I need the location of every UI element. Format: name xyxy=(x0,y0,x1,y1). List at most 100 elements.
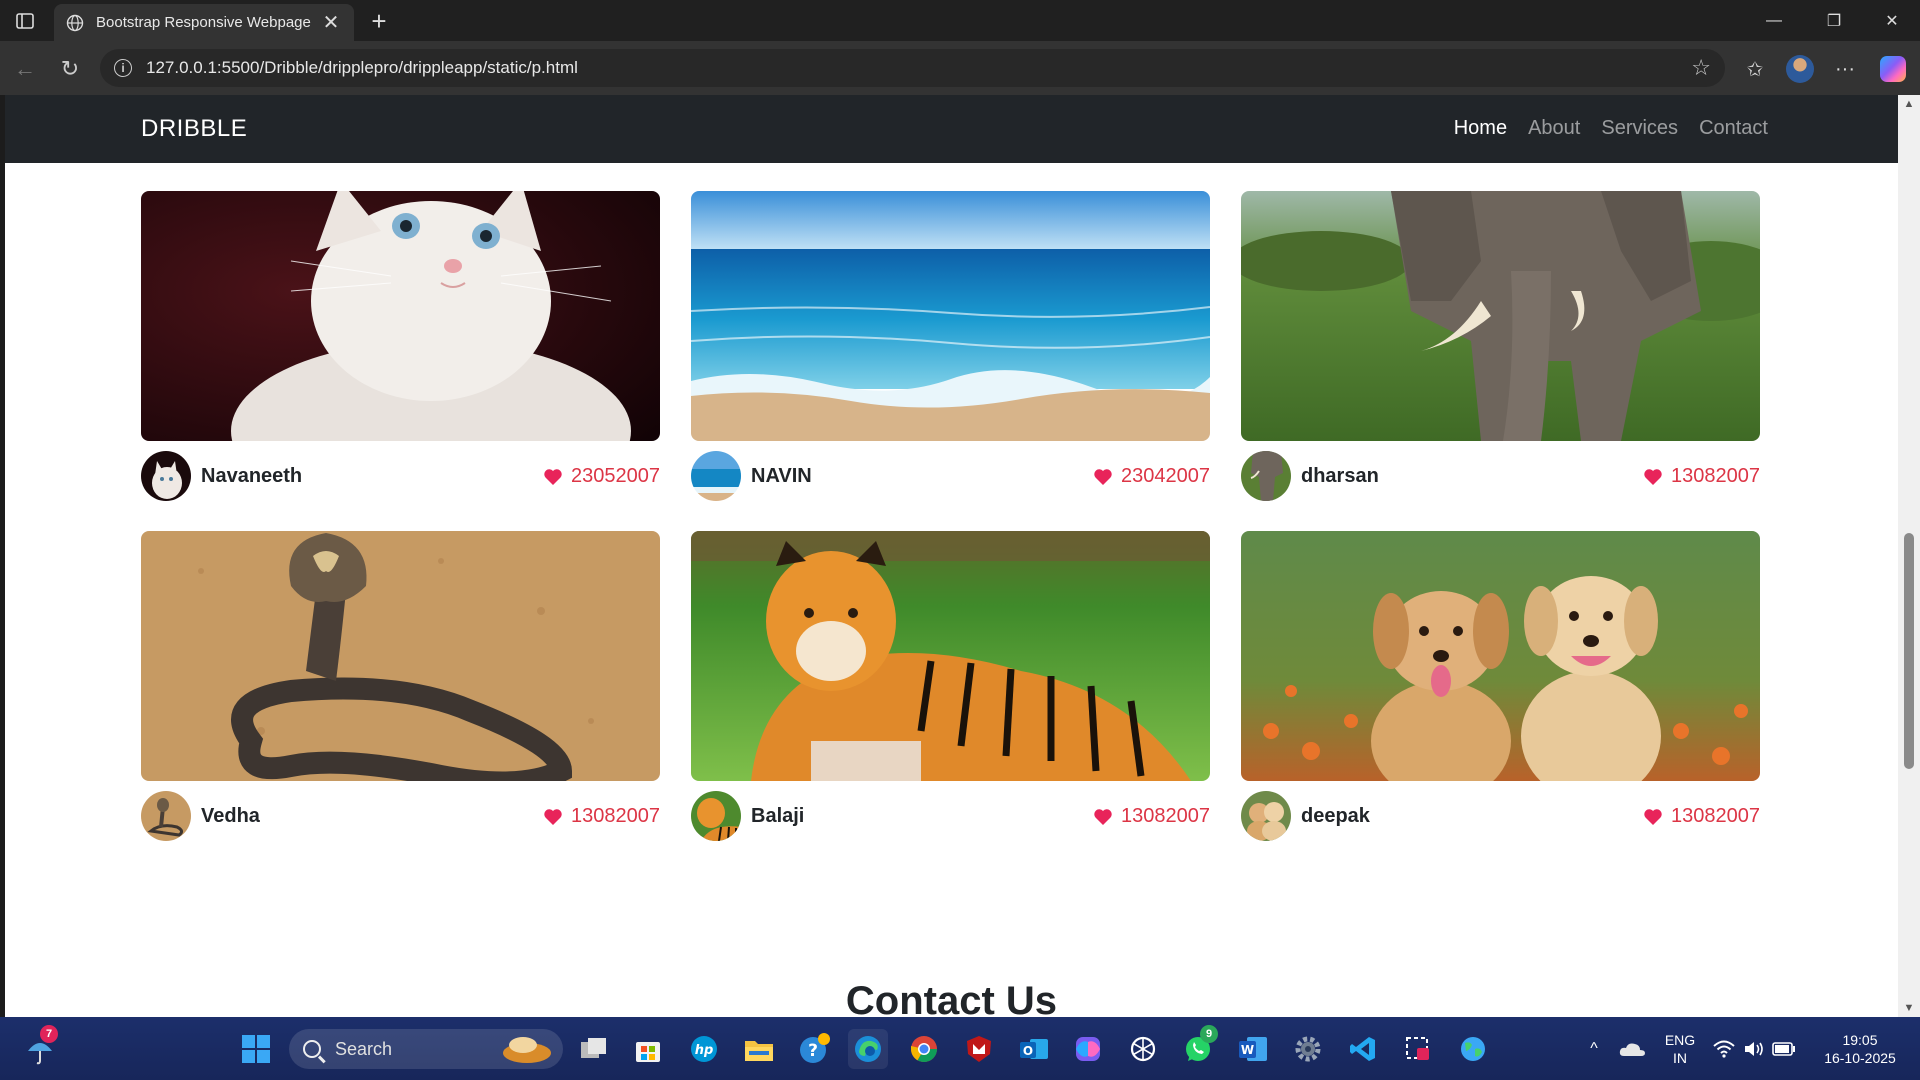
shot-card[interactable]: NAVIN 23042007 xyxy=(691,191,1210,501)
clock[interactable]: 19:05 16-10-2025 xyxy=(1810,1031,1910,1067)
like-counter[interactable]: 23042007 xyxy=(1093,465,1210,488)
beach-image[interactable] xyxy=(691,191,1210,441)
task-view-icon[interactable] xyxy=(574,1029,614,1069)
mcafee-icon[interactable] xyxy=(959,1029,999,1069)
like-count: 13082007 xyxy=(1121,805,1210,827)
like-count: 13082007 xyxy=(571,805,660,827)
copilot-app-icon[interactable] xyxy=(1068,1029,1108,1069)
new-tab-icon[interactable]: + xyxy=(364,6,394,36)
nav-services[interactable]: Services xyxy=(1601,117,1678,140)
maps-globe-icon[interactable] xyxy=(1453,1029,1493,1069)
shot-card[interactable]: Navaneeth 23052007 xyxy=(141,191,660,501)
avatar[interactable] xyxy=(1241,451,1291,501)
whatsapp-icon[interactable]: 9 xyxy=(1178,1025,1218,1069)
avatar[interactable] xyxy=(691,791,741,841)
favorite-star-icon[interactable]: ☆ xyxy=(1691,55,1711,81)
clock-date: 16-10-2025 xyxy=(1824,1050,1896,1066)
language-indicator[interactable]: ENG IN xyxy=(1658,1031,1702,1067)
like-count: 23042007 xyxy=(1121,465,1210,487)
outlook-icon[interactable]: O xyxy=(1014,1029,1054,1069)
search-icon xyxy=(303,1040,321,1058)
chrome-icon[interactable] xyxy=(904,1029,944,1069)
author-name[interactable]: Navaneeth xyxy=(201,465,302,488)
tray-overflow-chevron-icon[interactable]: ^ xyxy=(1572,1029,1616,1069)
author-name[interactable]: NAVIN xyxy=(751,465,812,488)
page-viewport: DRIBBLE Home About Services Contact Nava… xyxy=(5,95,1898,1017)
avatar[interactable] xyxy=(141,791,191,841)
shot-card[interactable]: Vedha 13082007 xyxy=(141,531,660,841)
back-arrow-icon[interactable]: ← xyxy=(10,54,40,84)
kitten-image[interactable] xyxy=(141,191,660,441)
snipping-tool-icon[interactable] xyxy=(1398,1029,1438,1069)
author-name[interactable]: Vedha xyxy=(201,805,260,828)
hp-icon[interactable]: hp xyxy=(684,1029,724,1069)
word-icon[interactable]: W xyxy=(1233,1029,1273,1069)
weather-icon[interactable]: 7 xyxy=(20,1025,60,1069)
scroll-up-icon[interactable]: ▲ xyxy=(1898,95,1920,113)
site-brand[interactable]: DRIBBLE xyxy=(141,115,247,143)
restore-icon[interactable]: ❐ xyxy=(1806,0,1862,41)
search-label: Search xyxy=(335,1038,393,1059)
like-counter[interactable]: 23052007 xyxy=(543,465,660,488)
heart-icon xyxy=(1644,808,1662,825)
cobra-image[interactable] xyxy=(141,531,660,781)
like-counter[interactable]: 13082007 xyxy=(1093,805,1210,828)
battery-icon[interactable] xyxy=(1770,1029,1798,1069)
scroll-down-icon[interactable]: ▼ xyxy=(1898,999,1920,1017)
search-highlight-icon xyxy=(503,1037,551,1063)
nav-contact[interactable]: Contact xyxy=(1699,117,1768,140)
refresh-icon[interactable]: ↻ xyxy=(55,54,85,84)
site-info-icon[interactable]: i xyxy=(114,59,132,77)
scroll-thumb[interactable] xyxy=(1904,533,1914,769)
address-bar[interactable]: i 127.0.0.1:5500/Dribble/dripplepro/drip… xyxy=(100,49,1725,87)
minimize-icon[interactable]: — xyxy=(1746,0,1802,41)
file-explorer-icon[interactable] xyxy=(739,1029,779,1069)
avatar[interactable] xyxy=(691,451,741,501)
url-text[interactable]: 127.0.0.1:5500/Dribble/dripplepro/drippl… xyxy=(146,58,1691,78)
author-name[interactable]: dharsan xyxy=(1301,465,1379,488)
puppies-image[interactable] xyxy=(1241,531,1760,781)
copilot-icon[interactable] xyxy=(1878,54,1908,84)
microsoft-store-icon[interactable] xyxy=(628,1029,668,1069)
taskbar-search[interactable]: Search xyxy=(289,1029,563,1069)
like-counter[interactable]: 13082007 xyxy=(543,805,660,828)
like-counter[interactable]: 13082007 xyxy=(1643,465,1760,488)
elephant-image[interactable] xyxy=(1241,191,1760,441)
onedrive-cloud-icon[interactable] xyxy=(1612,1029,1652,1069)
windows-start-icon[interactable] xyxy=(236,1029,276,1069)
shot-card[interactable]: dharsan 13082007 xyxy=(1241,191,1760,501)
avatar[interactable] xyxy=(141,451,191,501)
shot-card[interactable]: Balaji 13082007 xyxy=(691,531,1210,841)
like-count: 13082007 xyxy=(1671,805,1760,827)
site-navbar: DRIBBLE Home About Services Contact xyxy=(5,95,1898,163)
favorites-icon[interactable]: ✩ xyxy=(1740,54,1770,84)
wifi-icon[interactable] xyxy=(1710,1029,1738,1069)
heart-icon xyxy=(544,808,562,825)
nav-about[interactable]: About xyxy=(1528,117,1580,140)
get-help-icon[interactable]: ? xyxy=(794,1029,834,1069)
volume-icon[interactable] xyxy=(1740,1029,1768,1069)
svg-text:?: ? xyxy=(808,1041,818,1061)
vscode-icon[interactable] xyxy=(1343,1029,1383,1069)
browser-tab-active[interactable]: Bootstrap Responsive Webpage ✕ xyxy=(54,4,354,41)
author-name[interactable]: deepak xyxy=(1301,805,1370,828)
close-window-icon[interactable]: ✕ xyxy=(1864,0,1920,41)
more-menu-icon[interactable]: ··· xyxy=(1830,54,1860,84)
profile-avatar[interactable] xyxy=(1785,54,1815,84)
svg-text:hp: hp xyxy=(695,1043,714,1058)
shot-card[interactable]: deepak 13082007 xyxy=(1241,531,1760,841)
close-tab-icon[interactable]: ✕ xyxy=(320,10,342,35)
windows-taskbar: 7 Search hp ? O 9 W ^ ENG IN 19:05 16-10… xyxy=(0,1017,1920,1080)
nav-home[interactable]: Home xyxy=(1454,117,1507,140)
weather-badge: 7 xyxy=(40,1025,58,1043)
tab-actions-icon[interactable] xyxy=(10,8,40,34)
author-name[interactable]: Balaji xyxy=(751,805,804,828)
like-count: 13082007 xyxy=(1671,465,1760,487)
edge-browser-icon[interactable] xyxy=(848,1029,888,1069)
avatar[interactable] xyxy=(1241,791,1291,841)
settings-gear-icon[interactable] xyxy=(1288,1029,1328,1069)
page-scrollbar[interactable]: ▲ ▼ xyxy=(1898,95,1920,1017)
chatgpt-icon[interactable] xyxy=(1123,1029,1163,1069)
like-counter[interactable]: 13082007 xyxy=(1643,805,1760,828)
tiger-image[interactable] xyxy=(691,531,1210,781)
